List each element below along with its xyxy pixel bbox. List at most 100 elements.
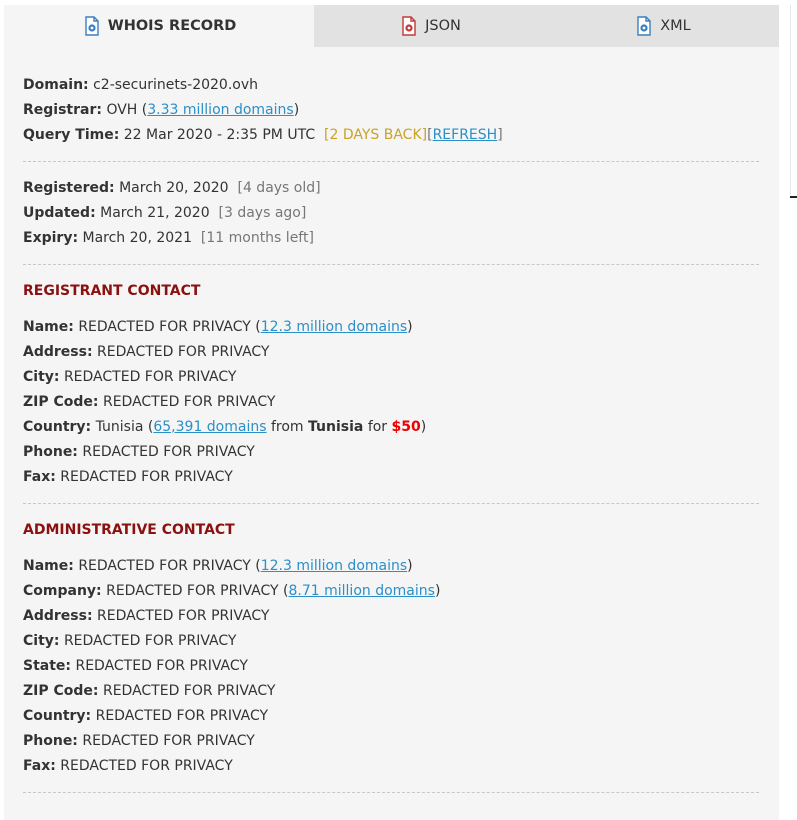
- field-label: Country:: [23, 419, 92, 435]
- registered-note: [4 days old]: [237, 180, 321, 196]
- registrant-city-row: City: REDACTED FOR PRIVACY: [23, 365, 763, 390]
- field-label: Phone:: [23, 444, 78, 460]
- registrar-row: Registrar: OVH (3.33 million domains): [23, 102, 300, 118]
- admin-name-domains-link[interactable]: 12.3 million domains: [261, 558, 407, 574]
- admin-name-row: Name: REDACTED FOR PRIVACY (12.3 million…: [23, 558, 413, 574]
- connector-text: from: [270, 419, 304, 435]
- registrant-zip-row: ZIP Code: REDACTED FOR PRIVACY: [23, 390, 763, 415]
- summary-group: Domain: c2-securinets-2020.ovh Registrar…: [23, 73, 763, 148]
- document-gear-icon: [637, 16, 651, 36]
- field-label: City:: [23, 369, 60, 385]
- query-time-value: 22 Mar 2020 - 2:35 PM UTC: [123, 127, 316, 143]
- registrant-contact-heading: REGISTRANT CONTACT: [23, 283, 201, 299]
- updated-row: Updated: March 21, 2020 [3 days ago]: [23, 201, 763, 226]
- field-value: REDACTED FOR PRIVACY: [82, 444, 255, 460]
- registrant-country-row: Country: Tunisia (65,391 domains from Tu…: [23, 419, 427, 435]
- divider: [23, 161, 759, 162]
- admin-group: Name: REDACTED FOR PRIVACY (12.3 million…: [23, 554, 763, 779]
- admin-address-row: Address: REDACTED FOR PRIVACY: [23, 604, 763, 629]
- expiry-row: Expiry: March 20, 2021 [11 months left]: [23, 226, 763, 251]
- field-value: Tunisia: [95, 419, 144, 435]
- field-value: REDACTED FOR PRIVACY: [106, 583, 279, 599]
- field-label: Company:: [23, 583, 102, 599]
- registrar-domains-link[interactable]: 3.33 million domains: [147, 102, 293, 118]
- field-value: REDACTED FOR PRIVACY: [102, 394, 276, 410]
- admin-company-row: Company: REDACTED FOR PRIVACY (8.71 mill…: [23, 583, 441, 599]
- field-label: State:: [23, 658, 72, 674]
- registered-value: March 20, 2020: [119, 180, 229, 196]
- country-name: Tunisia: [308, 419, 364, 435]
- whois-content: Domain: c2-securinets-2020.ovh Registrar…: [23, 73, 763, 807]
- field-label: Phone:: [23, 733, 78, 749]
- tab-label: XML: [660, 18, 691, 34]
- registrant-address-row: Address: REDACTED FOR PRIVACY: [23, 340, 763, 365]
- tab-whois-record[interactable]: WHOIS RECORD: [4, 5, 314, 47]
- page-edge: [790, 5, 791, 195]
- dates-group: Registered: March 20, 2020 [4 days old] …: [23, 176, 763, 251]
- price-tag: $50: [391, 419, 421, 435]
- field-label: Name:: [23, 558, 74, 574]
- tab-label: WHOIS RECORD: [107, 18, 237, 34]
- field-value: REDACTED FOR PRIVACY: [60, 758, 233, 774]
- connector-text: for: [367, 419, 388, 435]
- expiry-note: [11 months left]: [200, 230, 314, 246]
- registrar-value: OVH: [106, 102, 138, 118]
- registrant-name-row: Name: REDACTED FOR PRIVACY (12.3 million…: [23, 319, 413, 335]
- document-gear-icon: [85, 16, 99, 36]
- field-label: Address:: [23, 344, 93, 360]
- updated-note: [3 days ago]: [218, 205, 307, 221]
- field-value: REDACTED FOR PRIVACY: [60, 469, 233, 485]
- field-value: REDACTED FOR PRIVACY: [78, 558, 251, 574]
- field-value: REDACTED FOR PRIVACY: [63, 633, 237, 649]
- tab-bar: WHOIS RECORD JSON XML: [4, 5, 779, 47]
- field-label: Fax:: [23, 758, 56, 774]
- whois-panel: WHOIS RECORD JSON XML Domain: c2-securin…: [4, 5, 779, 820]
- field-label: Name:: [23, 319, 74, 335]
- admin-city-row: City: REDACTED FOR PRIVACY: [23, 629, 763, 654]
- divider: [23, 503, 759, 504]
- field-value: REDACTED FOR PRIVACY: [95, 708, 269, 724]
- admin-state-row: State: REDACTED FOR PRIVACY: [23, 654, 763, 679]
- field-value: REDACTED FOR PRIVACY: [75, 658, 248, 674]
- field-label: Country:: [23, 708, 92, 724]
- country-domains-link[interactable]: 65,391 domains: [153, 419, 266, 435]
- expiry-value: March 20, 2021: [82, 230, 192, 246]
- domain-row: Domain: c2-securinets-2020.ovh: [23, 73, 763, 98]
- query-time-row: Query Time: 22 Mar 2020 - 2:35 PM UTC [2…: [23, 127, 503, 143]
- field-label: ZIP Code:: [23, 394, 99, 410]
- admin-phone-row: Phone: REDACTED FOR PRIVACY: [23, 729, 763, 754]
- field-label: Address:: [23, 608, 93, 624]
- updated-value: March 21, 2020: [100, 205, 210, 221]
- field-value: REDACTED FOR PRIVACY: [97, 608, 270, 624]
- administrative-contact-heading: ADMINISTRATIVE CONTACT: [23, 522, 235, 538]
- field-label: Registered:: [23, 180, 115, 196]
- admin-company-domains-link[interactable]: 8.71 million domains: [289, 583, 435, 599]
- registrant-name-domains-link[interactable]: 12.3 million domains: [261, 319, 407, 335]
- tab-xml[interactable]: XML: [546, 5, 779, 47]
- days-back-badge: [2 DAYS BACK]: [324, 127, 428, 143]
- field-label: Domain:: [23, 77, 89, 93]
- field-value: REDACTED FOR PRIVACY: [63, 369, 237, 385]
- field-value: REDACTED FOR PRIVACY: [97, 344, 270, 360]
- registrant-group: Name: REDACTED FOR PRIVACY (12.3 million…: [23, 315, 763, 490]
- refresh-link[interactable]: REFRESH: [433, 127, 498, 143]
- tab-json[interactable]: JSON: [314, 5, 546, 47]
- field-label: Fax:: [23, 469, 56, 485]
- admin-fax-row: Fax: REDACTED FOR PRIVACY: [23, 754, 763, 779]
- divider: [23, 264, 759, 265]
- field-label: Query Time:: [23, 127, 120, 143]
- admin-country-row: Country: REDACTED FOR PRIVACY: [23, 704, 763, 729]
- field-value: REDACTED FOR PRIVACY: [78, 319, 251, 335]
- admin-zip-row: ZIP Code: REDACTED FOR PRIVACY: [23, 679, 763, 704]
- registrant-fax-row: Fax: REDACTED FOR PRIVACY: [23, 465, 763, 490]
- domain-value: c2-securinets-2020.ovh: [93, 77, 258, 93]
- field-label: Updated:: [23, 205, 96, 221]
- field-value: REDACTED FOR PRIVACY: [82, 733, 255, 749]
- field-label: Expiry:: [23, 230, 79, 246]
- registered-row: Registered: March 20, 2020 [4 days old]: [23, 176, 763, 201]
- field-value: REDACTED FOR PRIVACY: [102, 683, 276, 699]
- field-label: ZIP Code:: [23, 683, 99, 699]
- field-label: City:: [23, 633, 60, 649]
- tab-label: JSON: [425, 18, 461, 34]
- edge-marker: [790, 196, 797, 198]
